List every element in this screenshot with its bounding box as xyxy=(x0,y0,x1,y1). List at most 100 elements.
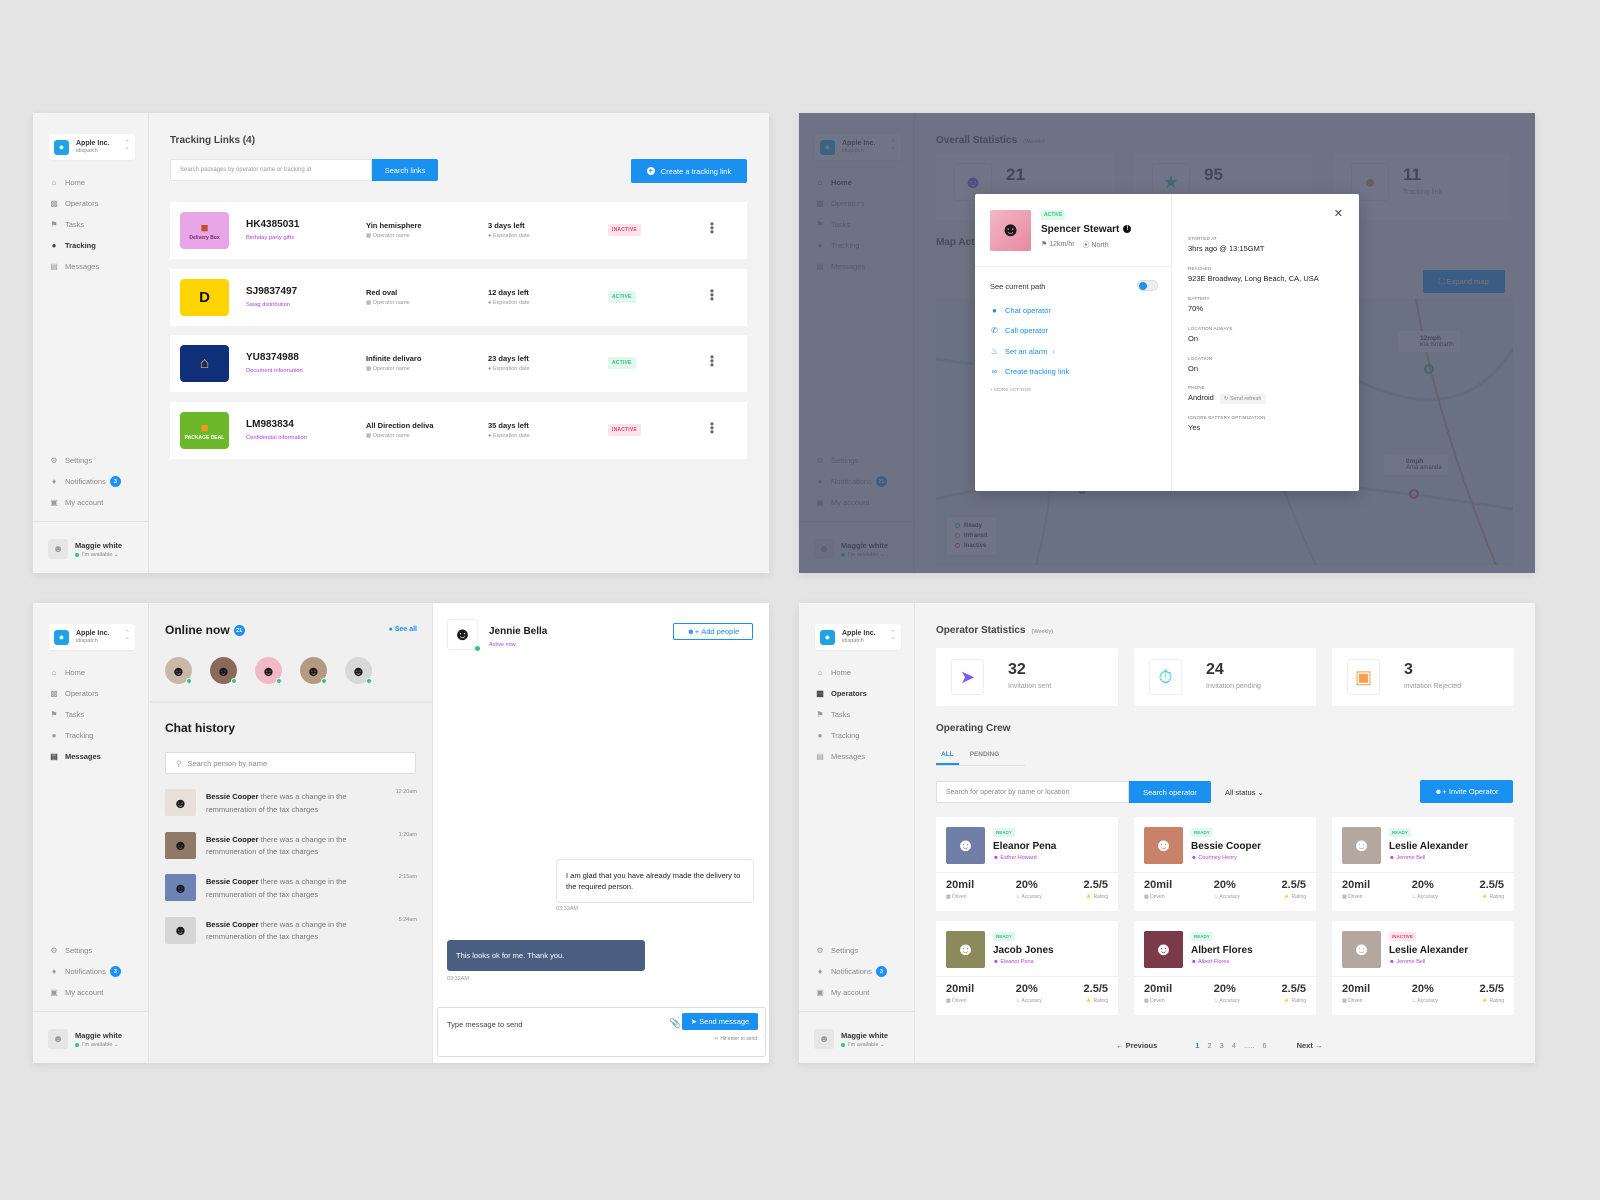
sidebar-item-my-account[interactable]: ▣ My account xyxy=(49,982,121,1003)
user-profile[interactable]: ☻ Maggie white I'm available ⌄ xyxy=(33,1011,149,1063)
availability-dropdown[interactable]: I'm available ⌄ xyxy=(75,552,119,558)
sidebar-item-settings[interactable]: ⚙ Settings xyxy=(815,940,887,961)
sidebar-item-notifications[interactable]: ♦ Notifications 3 xyxy=(49,961,121,982)
message-input[interactable]: Type message to send xyxy=(447,1020,522,1029)
more-options-icon[interactable]: • • • xyxy=(707,418,717,438)
sidebar-item-tracking[interactable]: ● Tracking xyxy=(49,725,101,746)
previous-page-button[interactable]: ← Previous xyxy=(1116,1041,1157,1050)
search-operator-button[interactable]: Search operator xyxy=(1129,781,1211,803)
detail-label: REACHED xyxy=(1188,265,1212,271)
more-actions-link[interactable]: + MORE ACTIONS xyxy=(990,387,1031,392)
sidebar-item-messages[interactable]: ▤ Messages xyxy=(49,256,99,277)
label-text: Accuracy xyxy=(1219,894,1240,900)
page-2[interactable]: 2 xyxy=(1207,1041,1211,1050)
sidebar-item-tasks[interactable]: ⚑ Tasks xyxy=(49,214,99,235)
bolt-icon: ⚡ xyxy=(1481,894,1490,900)
operator-card[interactable]: ☻ INACTIVE Leslie Alexander ☻ Jerome Bell 20… xyxy=(1332,921,1514,1015)
user-profile[interactable]: ☻ Maggie white I'm available ⌄ xyxy=(799,1011,915,1063)
operator-card[interactable]: ☻ READY Leslie Alexander ☻ Jerome Bell 20mil… xyxy=(1332,817,1514,911)
divider xyxy=(1134,976,1316,977)
close-icon[interactable]: ✕ xyxy=(1334,207,1343,220)
sidebar-item-tasks[interactable]: ⚑ Tasks xyxy=(815,704,867,725)
next-page-button[interactable]: Next → xyxy=(1297,1041,1323,1050)
operator-card[interactable]: ☻ READY Bessie Cooper ☻ Courtney Henry 20mil… xyxy=(1134,817,1316,911)
send-message-button[interactable]: ➤ Send message xyxy=(682,1013,758,1030)
create-tracking-link-button[interactable]: + Create a tracking link xyxy=(631,159,747,183)
add-people-button[interactable]: ☻+ Add people xyxy=(673,623,753,640)
online-user-avatar[interactable]: ☻ xyxy=(300,657,327,684)
chat-search-input[interactable]: ⚲ Search person by name xyxy=(165,752,416,774)
operator-card[interactable]: ☻ READY Albert Flores ☻ Albert Flores 20mil ▩… xyxy=(1134,921,1316,1015)
more-options-icon[interactable]: • • • xyxy=(707,218,717,238)
tab-pending[interactable]: PENDING xyxy=(965,751,1005,765)
online-user-avatar[interactable]: ☻ xyxy=(345,657,372,684)
chat-history-item[interactable]: ☻ Bessie Cooper there was a change in th… xyxy=(165,789,417,832)
see-all-link[interactable]: ● See all xyxy=(389,626,417,633)
create-tracking-link-link[interactable]: ∞ Create tracking link xyxy=(990,362,1070,383)
sidebar-item-my-account[interactable]: ▣ My account xyxy=(815,982,887,1003)
page-4[interactable]: 4 xyxy=(1232,1041,1236,1050)
more-options-icon[interactable]: • • • xyxy=(707,351,717,371)
sidebar-item-operators[interactable]: ▩ Operators xyxy=(49,193,99,214)
tab-all[interactable]: ALL xyxy=(936,751,959,765)
sidebar-item-messages[interactable]: ▤ Messages xyxy=(49,746,101,767)
detail-value: Android xyxy=(1188,393,1214,403)
set-alarm-link[interactable]: ♨ Set an alarm › xyxy=(990,341,1069,362)
user-profile[interactable]: ☻ Maggie white I'm available ⌄ xyxy=(33,521,149,573)
tracking-link-row[interactable]: ■ Delivery Box HK4385031 Birthday party g… xyxy=(170,202,747,259)
operator-card[interactable]: ☻ READY Jacob Jones ☻ Eleanor Pena 20mil ▩ Dr… xyxy=(936,921,1118,1015)
org-switcher[interactable]: ● Apple Inc.idispatch ⌃⌄ xyxy=(49,624,135,650)
sidebar-item-home[interactable]: ⌂ Home xyxy=(49,662,101,683)
sidebar-item-tasks[interactable]: ⚑ Tasks xyxy=(49,704,101,725)
search-links-button[interactable]: Search links xyxy=(372,159,438,181)
bell-icon: ♦ xyxy=(51,477,57,486)
tracking-search-input[interactable]: Search packages by operator name or trac… xyxy=(170,159,372,181)
online-user-avatar[interactable]: ☻ xyxy=(165,657,192,684)
nav-label: My account xyxy=(65,498,104,507)
sidebar-item-messages[interactable]: ▤ Messages xyxy=(815,746,867,767)
operator-label: ▩ Operator name xyxy=(366,233,410,239)
sidebar-item-operators[interactable]: ▩ Operators xyxy=(815,683,867,704)
org-switcher[interactable]: ● Apple Inc.idispatch ⌃⌄ xyxy=(815,624,901,650)
availability-dropdown[interactable]: I'm available ⌄ xyxy=(841,1042,885,1048)
sidebar-item-notifications[interactable]: ♦ Notifications 3 xyxy=(49,471,121,492)
sidebar-item-home[interactable]: ⌂ Home xyxy=(815,662,867,683)
sidebar-item-tracking[interactable]: ● Tracking xyxy=(49,235,99,256)
tracking-link-row[interactable]: ⌂ YU8374988 Document information Infinit… xyxy=(170,335,747,392)
sidebar-item-home[interactable]: ⌂ Home xyxy=(49,172,99,193)
send-refresh-button[interactable]: ↻ Send refresh xyxy=(1219,394,1266,405)
sidebar-item-notifications[interactable]: ♦ Notifications 3 xyxy=(815,961,887,982)
invite-operator-button[interactable]: ☻+ Invite Operator xyxy=(1420,780,1513,803)
operator-search-input[interactable]: Search for operator by name or location xyxy=(936,781,1129,803)
chat-history-item[interactable]: ☻ Bessie Cooper there was a change in th… xyxy=(165,916,417,960)
operator-card[interactable]: ☻ READY Eleanor Pena ☻ Esther Howard 20mil ▩ … xyxy=(936,817,1118,911)
chat-operator-link[interactable]: ● Chat operator xyxy=(990,300,1069,321)
metric-rating: 2.5/5 ⚡ Rating xyxy=(1282,983,1306,1004)
sidebar-item-settings[interactable]: ⚙ Settings xyxy=(49,940,121,961)
chat-history-item[interactable]: ☻ Bessie Cooper there was a change in th… xyxy=(165,874,417,917)
online-user-avatar[interactable]: ☻ xyxy=(210,657,237,684)
availability-dropdown[interactable]: I'm available ⌄ xyxy=(75,1042,119,1048)
page-3[interactable]: 3 xyxy=(1220,1041,1224,1050)
info-icon[interactable]: ! xyxy=(1123,225,1132,234)
tracking-link-row[interactable]: ■ PACKAGE DEAL LM983834 Confidential info… xyxy=(170,401,747,459)
org-switcher[interactable]: ● Apple Inc.idispatch ⌃⌄ xyxy=(49,134,135,160)
attachment-icon[interactable]: 📎 xyxy=(670,1018,681,1029)
sidebar-item-tracking[interactable]: ● Tracking xyxy=(815,725,867,746)
status-filter-dropdown[interactable]: All status ⌄ xyxy=(1225,788,1264,797)
tracking-link-row[interactable]: D SJ9837497 Swag distribution Red oval ▩… xyxy=(170,268,747,326)
divider xyxy=(1134,872,1316,873)
chat-history-item[interactable]: ☻ Bessie Cooper there was a change in th… xyxy=(165,831,417,875)
see-path-toggle[interactable] xyxy=(1137,280,1158,291)
metric-value: 2.5/5 xyxy=(1083,879,1108,891)
metric-driven: 20mil ▩ Driven xyxy=(1144,983,1172,1004)
sidebar-item-operators[interactable]: ▩ Operators xyxy=(49,683,101,704)
call-operator-link[interactable]: ✆ Call operator xyxy=(990,321,1069,342)
online-user-avatar[interactable]: ☻ xyxy=(255,657,282,684)
page-6[interactable]: 6 xyxy=(1262,1041,1266,1050)
toggle-knob xyxy=(1139,282,1147,290)
more-options-icon[interactable]: • • • xyxy=(707,285,717,305)
page-1[interactable]: 1 xyxy=(1195,1041,1199,1050)
sidebar-item-settings[interactable]: ⚙ Settings xyxy=(49,450,121,471)
sidebar-item-my-account[interactable]: ▣ My account xyxy=(49,492,121,513)
